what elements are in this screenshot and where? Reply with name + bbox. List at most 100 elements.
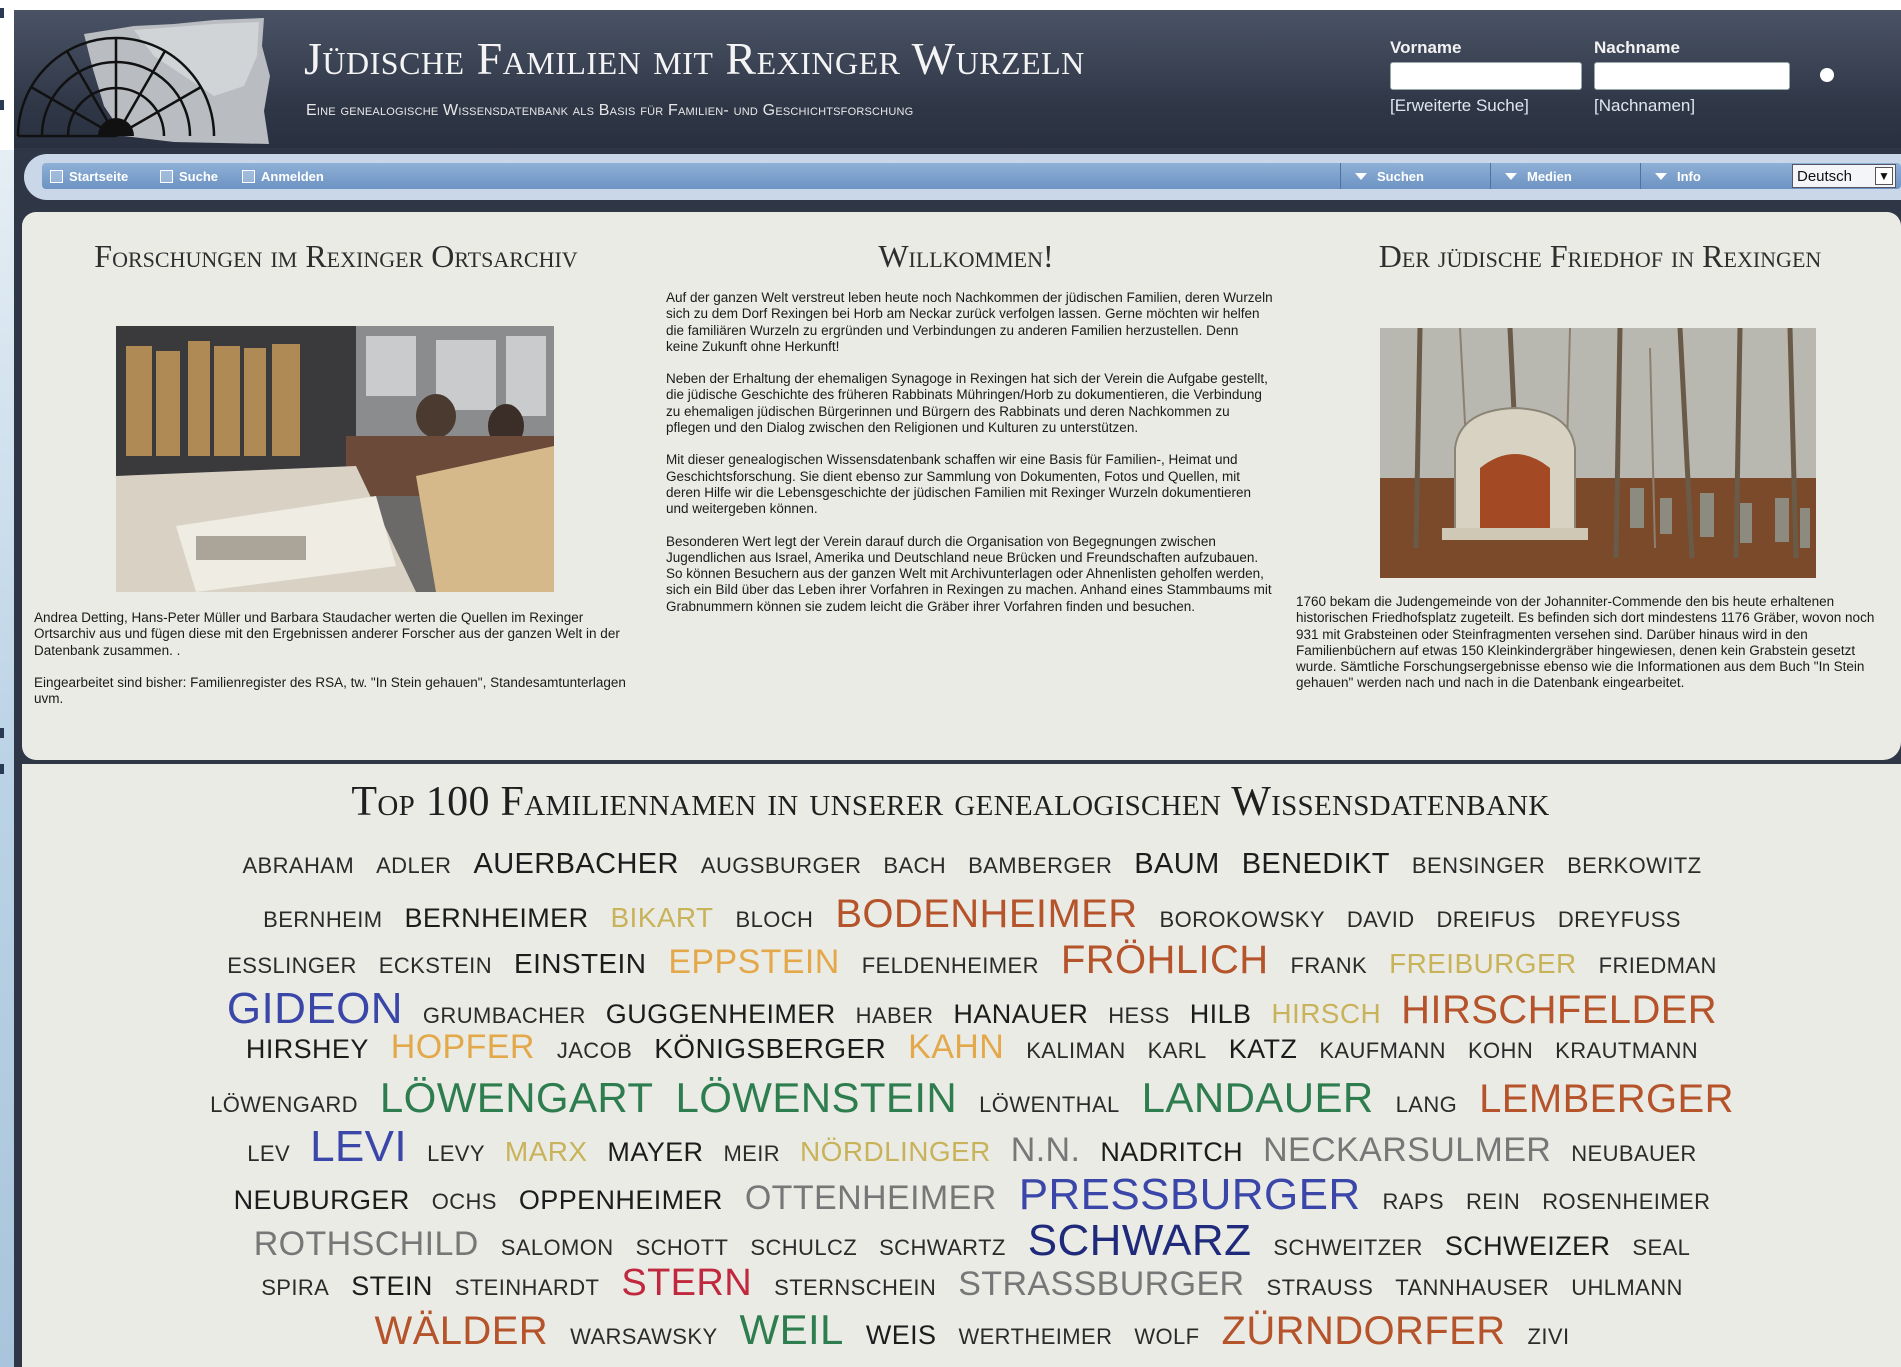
surname-tag[interactable]: Fröhlich (1061, 938, 1269, 983)
surname-tag[interactable]: Krautmann (1555, 1038, 1698, 1064)
surname-tag[interactable]: Nördlinger (800, 1136, 991, 1168)
surname-tag[interactable]: Tannhauser (1395, 1275, 1549, 1301)
surname-tag[interactable]: Einstein (514, 948, 646, 980)
surname-tag[interactable]: Hirsch (1271, 998, 1381, 1030)
dropdown-suchen[interactable]: Suchen (1340, 163, 1490, 189)
surname-tag[interactable]: Freiburger (1389, 948, 1577, 980)
surname-tag[interactable]: Hirschfelder (1401, 988, 1717, 1033)
surname-tag[interactable]: Spira (261, 1275, 329, 1301)
surname-tag[interactable]: Landauer (1142, 1074, 1374, 1122)
surname-tag[interactable]: Adler (376, 853, 451, 879)
surname-tag[interactable]: Weis (866, 1320, 937, 1351)
surname-tag[interactable]: Jacob (557, 1038, 632, 1064)
nav-item-startseite[interactable]: Startseite (50, 163, 128, 189)
surname-tag[interactable]: Marx (505, 1136, 588, 1168)
surname-tag[interactable]: Bensinger (1412, 853, 1545, 879)
surname-tag[interactable]: Benedikt (1242, 848, 1390, 881)
surname-tag[interactable]: Neuburger (234, 1185, 410, 1216)
surname-tag[interactable]: Pressburger (1019, 1170, 1361, 1220)
surname-tag[interactable]: Bernheim (263, 907, 382, 933)
surname-tag[interactable]: Abraham (242, 853, 354, 879)
surname-tag[interactable]: Auerbacher (473, 848, 678, 881)
nav-item-anmelden[interactable]: Anmelden (242, 163, 324, 189)
surname-tag[interactable]: Bach (883, 853, 946, 879)
surname-tag[interactable]: Weil (740, 1306, 844, 1354)
surname-tag[interactable]: Guggenheimer (606, 999, 836, 1030)
surname-tag[interactable]: Lev (247, 1141, 290, 1167)
surname-tag[interactable]: Dreifus (1437, 907, 1536, 933)
surname-tag[interactable]: Bernheimer (404, 903, 588, 934)
surname-tag[interactable]: Löwengard (210, 1092, 358, 1118)
surname-tag[interactable]: Dreyfuss (1558, 907, 1681, 933)
language-select[interactable]: Deutsch ▼ (1792, 164, 1896, 188)
surname-tag[interactable]: Kaufmann (1319, 1038, 1446, 1064)
surname-tag[interactable]: Bikart (610, 902, 713, 934)
surname-tag[interactable]: Löwengart (380, 1074, 654, 1122)
surname-tag[interactable]: Lang (1396, 1092, 1458, 1118)
surname-tag[interactable]: Löwenthal (979, 1092, 1120, 1118)
surname-tag[interactable]: Levy (427, 1141, 485, 1167)
surname-tag[interactable]: Königsberger (654, 1033, 886, 1065)
surname-tag[interactable]: Eckstein (379, 953, 492, 979)
surname-tag[interactable]: Neckarsulmer (1263, 1131, 1551, 1170)
surname-tag[interactable]: Strauss (1267, 1275, 1374, 1301)
search-go-button[interactable] (1820, 68, 1834, 82)
surname-tag[interactable]: Borokowsky (1160, 907, 1325, 933)
surname-tag[interactable]: Schwarz (1028, 1216, 1252, 1266)
firstname-input[interactable] (1390, 62, 1582, 90)
surname-tag[interactable]: N.N. (1011, 1131, 1081, 1170)
surname-tag[interactable]: Hilb (1190, 999, 1252, 1030)
surname-tag[interactable]: Ochs (432, 1189, 497, 1215)
surname-tag[interactable]: Wälder (375, 1309, 549, 1354)
surname-tag[interactable]: Augsburger (701, 853, 861, 879)
surname-tag[interactable]: Schott (636, 1235, 729, 1261)
advanced-search-link[interactable]: [Erweiterte Suche] (1390, 96, 1529, 116)
surname-tag[interactable]: Wertheimer (958, 1324, 1112, 1350)
surnames-link[interactable]: [Nachnamen] (1594, 96, 1695, 116)
surname-tag[interactable]: Nadritch (1100, 1137, 1243, 1168)
surname-tag[interactable]: Gideon (227, 984, 403, 1034)
surname-tag[interactable]: Warsawsky (570, 1324, 717, 1350)
surname-tag[interactable]: Hanauer (953, 999, 1088, 1030)
surname-tag[interactable]: Levi (310, 1122, 407, 1172)
surname-tag[interactable]: Uhlmann (1571, 1275, 1683, 1301)
surname-tag[interactable]: Wolf (1134, 1324, 1199, 1350)
surname-tag[interactable]: Hopfer (391, 1028, 535, 1067)
surname-tag[interactable]: Baum (1134, 848, 1219, 881)
surname-tag[interactable]: Bodenheimer (835, 892, 1137, 937)
surname-tag[interactable]: Rosenheimer (1542, 1189, 1710, 1215)
surname-tag[interactable]: Karl (1148, 1038, 1207, 1064)
surname-tag[interactable]: Berkowitz (1567, 853, 1701, 879)
surname-tag[interactable]: Kohn (1468, 1038, 1533, 1064)
surname-tag[interactable]: Zürndorfer (1222, 1309, 1506, 1354)
surname-tag[interactable]: Schweizer (1445, 1231, 1611, 1262)
surname-tag[interactable]: Zivi (1528, 1324, 1570, 1350)
dropdown-medien[interactable]: Medien (1490, 163, 1640, 189)
surname-tag[interactable]: Stein (351, 1271, 433, 1302)
surname-tag[interactable]: Sternschein (774, 1275, 936, 1301)
surname-tag[interactable]: Seal (1632, 1235, 1690, 1261)
surname-tag[interactable]: Oppenheimer (519, 1185, 723, 1216)
surname-tag[interactable]: Rothschild (254, 1225, 479, 1264)
lastname-input[interactable] (1594, 62, 1790, 90)
site-logo[interactable] (14, 16, 276, 144)
nav-item-suche[interactable]: Suche (160, 163, 218, 189)
surname-tag[interactable]: Friedman (1599, 953, 1717, 979)
surname-tag[interactable]: Bamberger (968, 853, 1112, 879)
surname-tag[interactable]: Lemberger (1479, 1077, 1734, 1122)
surname-tag[interactable]: Eßlinger (227, 953, 357, 979)
surname-tag[interactable]: Stern (621, 1262, 752, 1305)
surname-tag[interactable]: Haber (856, 1003, 934, 1029)
surname-tag[interactable]: Frank (1291, 953, 1368, 979)
surname-tag[interactable]: Kahn (908, 1028, 1004, 1067)
surname-tag[interactable]: Bloch (736, 907, 814, 933)
surname-tag[interactable]: Straßburger (958, 1265, 1244, 1304)
cemetery-photo[interactable] (1380, 328, 1816, 578)
archive-photo[interactable] (116, 326, 554, 592)
surname-tag[interactable]: Grumbacher (423, 1003, 586, 1029)
surname-tag[interactable]: Katz (1229, 1034, 1298, 1065)
surname-tag[interactable]: Neubauer (1571, 1141, 1696, 1167)
surname-tag[interactable]: Steinhardt (455, 1275, 600, 1301)
surname-tag[interactable]: Löwenstein (675, 1074, 957, 1122)
surname-tag[interactable]: Hirshey (246, 1034, 369, 1065)
